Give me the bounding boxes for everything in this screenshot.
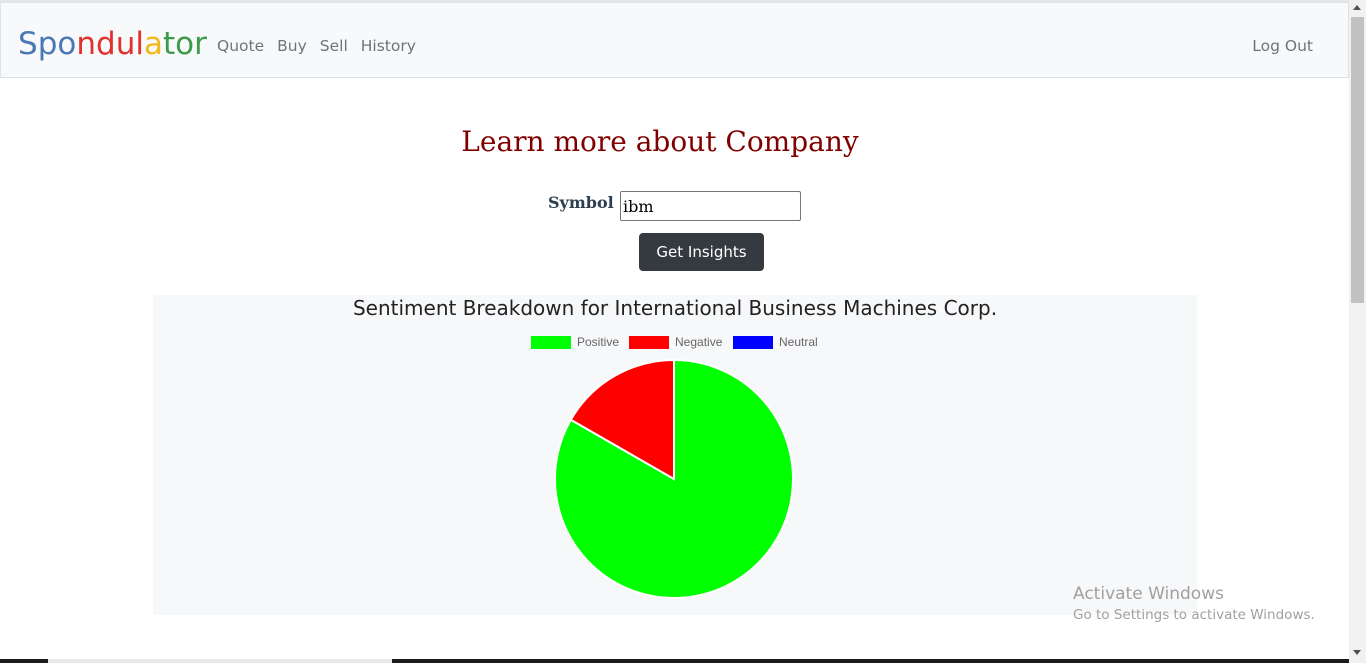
chart-canvas: Sentiment Breakdown for International Bu…: [353, 296, 997, 599]
navbar: Spondulator Quote Buy Sell History Log Out: [0, 2, 1349, 78]
brand-letter: n: [76, 26, 96, 62]
brand-letter: p: [37, 26, 58, 62]
taskbar-active-item[interactable]: [48, 659, 392, 663]
nav-link-history[interactable]: History: [361, 36, 416, 56]
scroll-up-arrow-icon[interactable]: [1353, 5, 1361, 10]
legend-label-negative[interactable]: Negative: [675, 335, 723, 349]
nav-links: Quote Buy Sell History: [217, 36, 429, 56]
logout-link[interactable]: Log Out: [1252, 36, 1313, 56]
legend-swatch-positive[interactable]: [531, 336, 571, 349]
brand-letter: l: [135, 26, 144, 62]
chart-title: Sentiment Breakdown for International Bu…: [353, 296, 997, 320]
symbol-input[interactable]: [620, 191, 801, 221]
brand-letter: d: [96, 26, 116, 62]
brand-letter: o: [57, 26, 77, 62]
sentiment-chart: Sentiment Breakdown for International Bu…: [153, 295, 1197, 615]
vertical-scrollbar[interactable]: [1349, 0, 1366, 663]
symbol-label: Symbol :: [548, 193, 626, 212]
windows-activation-watermark: Activate Windows Go to Settings to activ…: [1073, 583, 1315, 625]
watermark-subtitle: Go to Settings to activate Windows.: [1073, 607, 1315, 623]
brand-letter: o: [175, 26, 195, 62]
brand-logo[interactable]: Spondulator: [18, 24, 207, 64]
legend-swatch-neutral[interactable]: [733, 336, 773, 349]
brand-letter: r: [194, 26, 207, 62]
scroll-down-arrow-icon[interactable]: [1353, 650, 1361, 655]
brand-letter: a: [143, 26, 163, 62]
nav-link-sell[interactable]: Sell: [320, 36, 348, 56]
legend-label-positive[interactable]: Positive: [577, 335, 619, 349]
page-title: Learn more about Company: [461, 125, 859, 158]
legend-swatch-negative[interactable]: [629, 336, 669, 349]
nav-link-quote[interactable]: Quote: [217, 36, 264, 56]
scrollbar-thumb[interactable]: [1351, 17, 1364, 303]
brand-letter: S: [18, 26, 38, 62]
get-insights-button[interactable]: Get Insights: [639, 233, 764, 271]
brand-letter: u: [115, 26, 136, 62]
brand-letter: t: [162, 26, 176, 62]
legend-label-neutral[interactable]: Neutral: [779, 335, 818, 349]
watermark-title: Activate Windows: [1073, 584, 1224, 604]
nav-link-buy[interactable]: Buy: [277, 36, 307, 56]
